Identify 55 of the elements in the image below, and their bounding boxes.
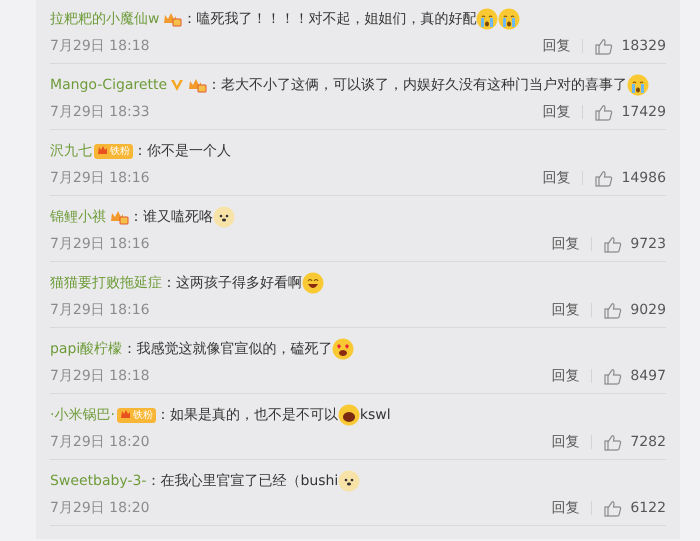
reply-link[interactable]: 回复 — [542, 105, 584, 119]
dog-face-icon — [213, 206, 235, 228]
comment-text: ：老大不小了这俩，可以谈了，内娱好久没有这种门当户对的喜事了 — [207, 77, 628, 93]
crown-badge-icon — [109, 209, 129, 226]
like-count: 9723 — [630, 236, 666, 252]
comment-time: 7月29日 18:20 — [50, 433, 151, 451]
comment-time: 7月29日 18:20 — [50, 499, 151, 517]
thumbs-up-icon[interactable] — [604, 500, 622, 516]
comment-text: ：这两孩子得多好看啊 — [162, 275, 302, 291]
comment-text: ：我感觉这就像官宣似的，磕死了 — [122, 341, 332, 357]
crying-face-icon — [498, 8, 520, 30]
fan-badge: 铁粉 — [94, 144, 133, 159]
heart-eyes-face-icon — [332, 338, 354, 360]
reply-link[interactable]: 回复 — [542, 171, 584, 185]
crown-badge-icon — [162, 11, 182, 28]
verified-v-icon — [170, 78, 184, 92]
thumbs-up-icon[interactable] — [604, 302, 622, 318]
like-count: 17429 — [621, 104, 666, 120]
like-count: 9029 — [630, 302, 666, 318]
reply-link[interactable]: 回复 — [551, 501, 592, 515]
comment-text: ：如果是真的，也不是不可以 — [156, 407, 338, 423]
reply-link[interactable]: 回复 — [542, 39, 584, 53]
dog-face-icon — [338, 470, 360, 492]
thumbs-up-icon[interactable] — [604, 434, 622, 450]
comment-text: ：嗑死我了！！！！对不起，姐姐们，真的好配 — [182, 11, 476, 27]
comment-time: 7月29日 18:18 — [50, 367, 151, 385]
thumbs-up-icon[interactable] — [595, 170, 614, 186]
comment-text: ：你不是一个人 — [133, 143, 231, 159]
comment-time: 7月29日 18:33 — [50, 103, 151, 121]
thumbs-up-icon[interactable] — [604, 236, 622, 252]
thumbs-up-icon[interactable] — [595, 104, 614, 120]
shouting-face-icon — [338, 404, 360, 426]
comment-text: kswl — [360, 407, 391, 423]
reply-link[interactable]: 回复 — [551, 303, 592, 317]
comment-time: 7月29日 18:16 — [50, 169, 151, 187]
reply-link[interactable]: 回复 — [551, 369, 592, 383]
like-count: 8497 — [630, 368, 666, 384]
crying-face-icon — [476, 8, 498, 30]
fan-badge: 铁粉 — [116, 408, 156, 423]
like-count: 6122 — [630, 500, 666, 516]
like-count: 18329 — [621, 38, 666, 54]
comment-time: 7月29日 18:18 — [50, 37, 151, 55]
comment-text: ：在我心里官宣了已经（bushi — [146, 473, 338, 489]
crying-face-icon — [627, 74, 650, 96]
comment-text: ：谁又嗑死咯 — [129, 209, 213, 225]
reply-link[interactable]: 回复 — [551, 237, 592, 251]
thumbs-up-icon[interactable] — [604, 368, 622, 384]
comment-time: 7月29日 18:16 — [50, 235, 151, 253]
thumbs-up-icon[interactable] — [595, 38, 614, 54]
like-count: 7282 — [630, 434, 666, 450]
comment-time: 7月29日 18:16 — [50, 301, 151, 319]
like-count: 14986 — [621, 170, 666, 186]
grinning-face-icon — [302, 272, 324, 294]
crown-badge-icon — [187, 77, 208, 94]
reply-link[interactable]: 回复 — [551, 435, 592, 449]
